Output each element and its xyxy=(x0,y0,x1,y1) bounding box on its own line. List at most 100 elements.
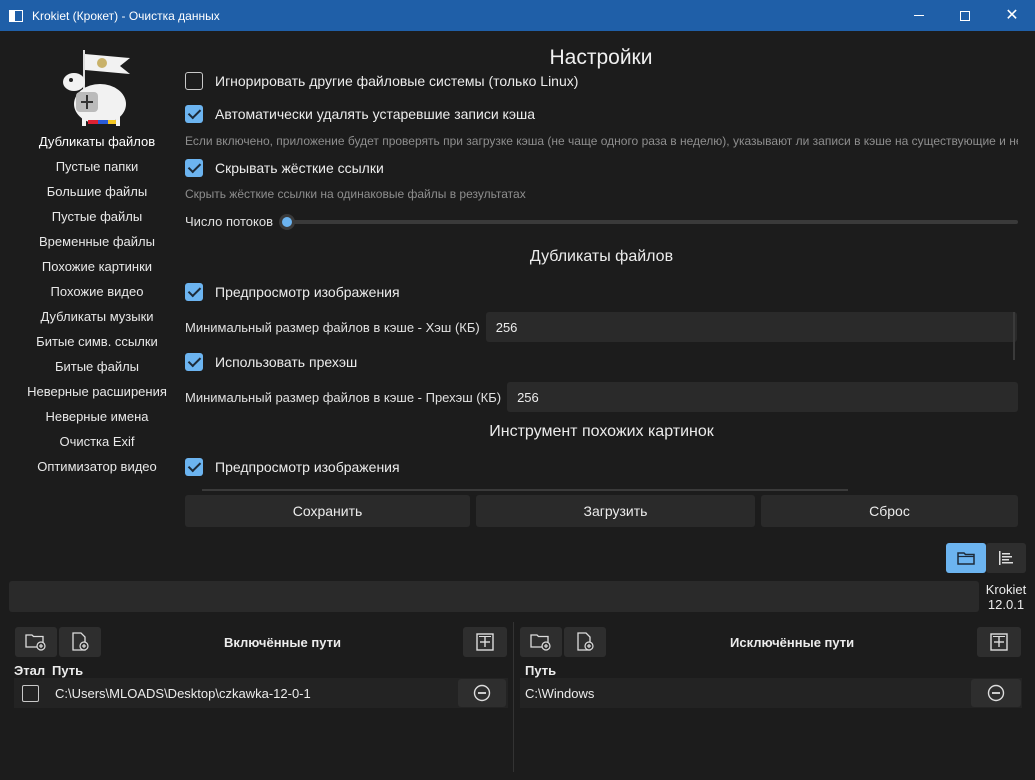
reference-checkbox[interactable] xyxy=(22,684,39,702)
nav-item-empty-files[interactable]: Пустые файлы xyxy=(22,204,172,229)
nav-item-bad-extensions[interactable]: Неверные расширения xyxy=(22,379,172,404)
window-title: Krokiet (Крокет) - Очистка данных xyxy=(32,8,220,23)
hide-hardlinks-row[interactable]: Скрывать жёсткие ссылки xyxy=(185,159,384,177)
included-path-row[interactable]: C:\Users\MLOADS\Desktop\czkawka-12-0-1 xyxy=(14,678,508,708)
nav-item-exif-cleaner[interactable]: Очистка Exif xyxy=(22,429,172,454)
included-path-text: C:\Users\MLOADS\Desktop\czkawka-12-0-1 xyxy=(55,685,311,701)
add-box-icon xyxy=(990,633,1008,651)
add-folder-icon xyxy=(25,634,46,651)
dup-preview-checkbox[interactable] xyxy=(185,283,203,301)
threads-row: Число потоков xyxy=(185,214,273,229)
info-bar xyxy=(9,581,979,612)
version-app-name: Krokiet xyxy=(985,582,1027,597)
included-add-folder-button[interactable] xyxy=(15,627,57,657)
excluded-remove-button[interactable] xyxy=(971,679,1021,707)
dup-preview-label: Предпросмотр изображения xyxy=(215,284,400,300)
version-label: Krokiet 12.0.1 xyxy=(983,582,1029,612)
excluded-path-text: C:\Windows xyxy=(525,685,595,701)
included-manual-add-button[interactable] xyxy=(463,627,507,657)
add-file-icon xyxy=(72,632,89,651)
nav-item-broken-files[interactable]: Битые файлы xyxy=(22,354,172,379)
minimize-button[interactable] xyxy=(896,0,942,31)
auto-delete-cache-checkbox[interactable] xyxy=(185,105,203,123)
tool-nav: Дубликаты файлов Пустые папки Большие фа… xyxy=(22,129,172,479)
auto-delete-hint-row: Если включено, приложение будет проверят… xyxy=(185,134,1018,148)
minimize-icon xyxy=(914,15,924,16)
excluded-add-folder-button[interactable] xyxy=(520,627,562,657)
hide-hardlinks-label: Скрывать жёсткие ссылки xyxy=(215,160,384,176)
paths-divider xyxy=(513,622,514,772)
settings-scroll-area[interactable]: Игнорировать другие файловые системы (то… xyxy=(185,70,1018,492)
folders-view-button[interactable] xyxy=(946,543,986,573)
dup-preview-row[interactable]: Предпросмотр изображения xyxy=(185,283,400,301)
included-col-reference[interactable]: Этал xyxy=(14,663,45,678)
ignore-other-fs-row[interactable]: Игнорировать другие файловые системы (то… xyxy=(185,72,578,90)
nav-item-bad-names[interactable]: Неверные имена xyxy=(22,404,172,429)
sim-preview-label: Предпросмотр изображения xyxy=(215,459,400,475)
nav-item-empty-folders[interactable]: Пустые папки xyxy=(22,154,172,179)
reset-button[interactable]: Сброс xyxy=(761,495,1018,527)
min-cache-prehash-label: Минимальный размер файлов в кэше - Прехэ… xyxy=(185,389,502,405)
use-prehash-label: Использовать прехэш xyxy=(215,354,358,370)
settings-horizontal-scrollbar[interactable] xyxy=(202,489,848,491)
window-titlebar[interactable]: Krokiet (Крокет) - Очистка данных ✕ xyxy=(0,0,1035,31)
excluded-add-file-button[interactable] xyxy=(564,627,606,657)
krokiet-logo xyxy=(63,50,130,126)
add-folder-icon xyxy=(530,634,551,651)
hide-hardlinks-hint: Скрыть жёсткие ссылки на одинаковые файл… xyxy=(185,187,526,201)
maximize-button[interactable] xyxy=(942,0,988,31)
auto-delete-hint: Если включено, приложение будет проверят… xyxy=(185,134,1018,148)
duplicates-section-title: Дубликаты файлов xyxy=(529,248,674,265)
load-button[interactable]: Загрузить xyxy=(476,495,755,527)
app-icon xyxy=(9,9,23,22)
auto-delete-cache-label: Автоматически удалять устаревшие записи … xyxy=(215,106,535,122)
maximize-icon xyxy=(960,10,970,21)
list-view-button[interactable] xyxy=(986,543,1026,573)
folder-icon xyxy=(957,552,975,565)
save-button[interactable]: Сохранить xyxy=(185,495,470,527)
threads-slider-thumb[interactable] xyxy=(279,214,295,230)
close-button[interactable]: ✕ xyxy=(989,0,1035,31)
nav-item-broken-symlinks[interactable]: Битые симв. ссылки xyxy=(22,329,172,354)
ignore-other-fs-checkbox[interactable] xyxy=(185,72,203,90)
nav-item-video-optimizer[interactable]: Оптимизатор видео xyxy=(22,454,172,479)
excluded-col-path[interactable]: Путь xyxy=(525,663,556,678)
similar-images-section-title: Инструмент похожих картинок xyxy=(489,423,714,440)
remove-icon xyxy=(473,684,491,702)
excluded-manual-add-button[interactable] xyxy=(977,627,1021,657)
sim-preview-row[interactable]: Предпросмотр изображения xyxy=(185,458,400,476)
nav-item-music-duplicates[interactable]: Дубликаты музыки xyxy=(22,304,172,329)
settings-vertical-scrollbar[interactable] xyxy=(1013,312,1015,360)
add-box-icon xyxy=(476,633,494,651)
use-prehash-checkbox[interactable] xyxy=(185,353,203,371)
min-cache-prehash-input[interactable]: 256 xyxy=(507,382,1018,412)
excluded-path-row[interactable]: C:\Windows xyxy=(520,678,1022,708)
close-icon: ✕ xyxy=(1005,6,1019,24)
min-cache-prehash-row: Минимальный размер файлов в кэше - Прехэ… xyxy=(185,382,1018,412)
excluded-paths-title: Исключённые пути xyxy=(730,635,855,650)
settings-title: Настройки xyxy=(549,46,653,69)
min-cache-hash-input[interactable]: 256 xyxy=(485,312,1017,342)
add-file-icon xyxy=(577,632,594,651)
nav-item-duplicates[interactable]: Дубликаты файлов xyxy=(22,129,172,154)
nav-item-big-files[interactable]: Большие файлы xyxy=(22,179,172,204)
included-remove-button[interactable] xyxy=(458,679,506,707)
use-prehash-row[interactable]: Использовать прехэш xyxy=(185,353,357,371)
nav-item-similar-images[interactable]: Похожие картинки xyxy=(22,254,172,279)
hide-hardlinks-checkbox[interactable] xyxy=(185,159,203,177)
included-paths-title: Включённые пути xyxy=(224,635,341,650)
remove-icon xyxy=(987,684,1005,702)
included-col-path[interactable]: Путь xyxy=(52,663,83,678)
nav-item-temp-files[interactable]: Временные файлы xyxy=(22,229,172,254)
included-add-file-button[interactable] xyxy=(59,627,101,657)
nav-item-similar-videos[interactable]: Похожие видео xyxy=(22,279,172,304)
min-cache-hash-label: Минимальный размер файлов в кэше - Хэш (… xyxy=(185,319,480,335)
threads-label: Число потоков xyxy=(185,214,273,229)
hide-hardlinks-hint-row: Скрыть жёсткие ссылки на одинаковые файл… xyxy=(185,187,526,201)
min-cache-hash-row: Минимальный размер файлов в кэше - Хэш (… xyxy=(185,312,1017,342)
sim-preview-checkbox[interactable] xyxy=(185,458,203,476)
threads-slider-track[interactable] xyxy=(285,220,1018,224)
version-number: 12.0.1 xyxy=(987,597,1025,612)
auto-delete-cache-row[interactable]: Автоматически удалять устаревшие записи … xyxy=(185,105,535,123)
list-icon xyxy=(999,551,1013,565)
